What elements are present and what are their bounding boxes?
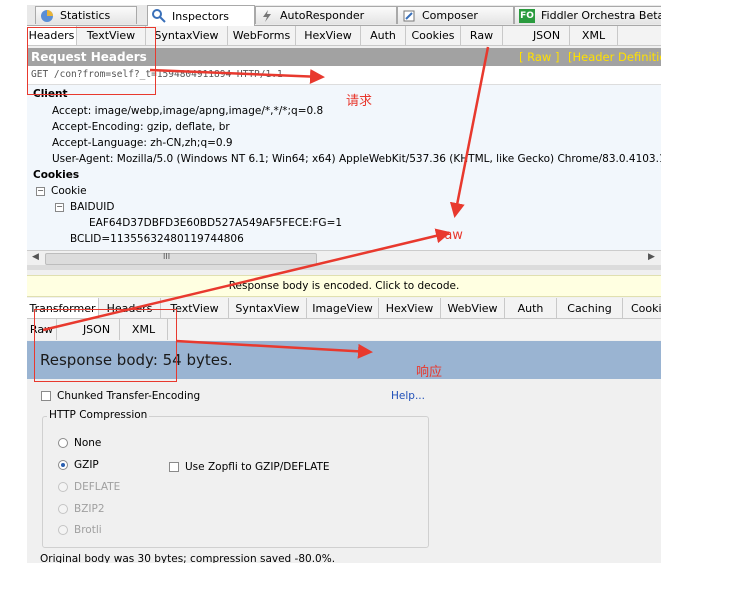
- arrow-raw-tab: [449, 46, 490, 218]
- arrow-response: [175, 339, 373, 359]
- arrow-request: [149, 68, 325, 85]
- annotation-request-label: 请求: [346, 94, 373, 109]
- annotation-response-label: 响应: [416, 365, 443, 380]
- arrow-raw-response: [42, 228, 451, 332]
- annotation-raw-label: raw: [439, 228, 463, 243]
